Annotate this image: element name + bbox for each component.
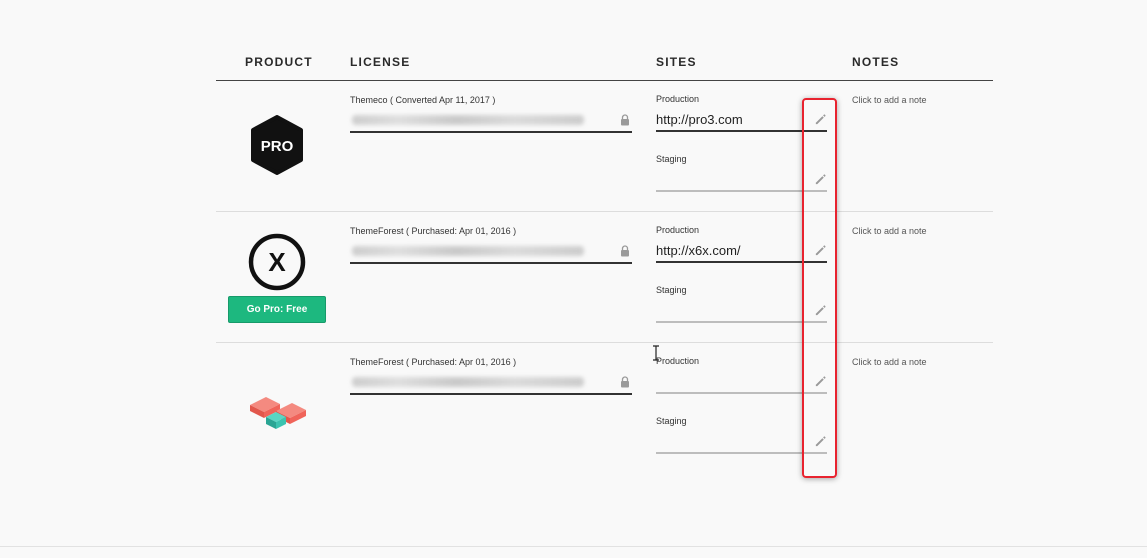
text-cursor-icon xyxy=(653,345,659,361)
site-staging: Staging xyxy=(656,284,827,323)
staging-label: Staging xyxy=(656,154,687,164)
production-label: Production xyxy=(656,356,700,366)
lock-icon xyxy=(621,245,629,257)
pencil-icon[interactable] xyxy=(814,244,827,257)
production-url: http://pro3.com xyxy=(656,112,743,127)
pro-hexagon-logo: PRO xyxy=(244,112,310,178)
site-production: Production http://pro3.com xyxy=(656,93,827,132)
header-license: LICENSE xyxy=(350,55,411,69)
x-circle-logo: X xyxy=(244,229,310,295)
site-production: Production xyxy=(656,355,827,394)
svg-text:X: X xyxy=(268,247,286,277)
license-key-field xyxy=(350,109,632,133)
pencil-icon[interactable] xyxy=(814,304,827,317)
table-header: PRODUCT LICENSE SITES NOTES xyxy=(216,43,993,81)
license-key-field xyxy=(350,240,632,264)
blocks-logo-icon xyxy=(250,397,306,429)
svg-text:PRO: PRO xyxy=(261,138,294,155)
table-row: ThemeForest ( Purchased: Apr 01, 2016 ) … xyxy=(216,343,993,474)
x-circle-icon: X xyxy=(248,233,306,291)
pro-hexagon-icon: PRO xyxy=(251,115,303,175)
license-source: ThemeForest ( Purchased: Apr 01, 2016 ) xyxy=(350,357,517,367)
license-info: Themeco ( Converted Apr 11, 2017 ) xyxy=(350,94,632,133)
license-source: Themeco ( Converted Apr 11, 2017 ) xyxy=(350,95,496,105)
pencil-icon[interactable] xyxy=(814,375,827,388)
license-info: ThemeForest ( Purchased: Apr 01, 2016 ) xyxy=(350,225,632,264)
staging-field[interactable] xyxy=(656,298,827,323)
license-key-field xyxy=(350,371,632,395)
staging-label: Staging xyxy=(656,285,687,295)
header-sites: SITES xyxy=(656,55,697,69)
production-label: Production xyxy=(656,225,700,235)
production-field[interactable] xyxy=(656,369,827,394)
add-note-link[interactable]: Click to add a note xyxy=(852,226,927,236)
table-row: PRO Themeco ( Converted Apr 11, 2017 ) P… xyxy=(216,81,993,212)
add-note-link[interactable]: Click to add a note xyxy=(852,357,927,367)
license-info: ThemeForest ( Purchased: Apr 01, 2016 ) xyxy=(350,356,632,395)
header-product: PRODUCT xyxy=(245,55,313,69)
site-production: Production http://x6x.com/ xyxy=(656,224,827,263)
production-field[interactable]: http://pro3.com xyxy=(656,107,827,132)
pencil-icon[interactable] xyxy=(814,173,827,186)
site-staging: Staging xyxy=(656,153,827,192)
production-field[interactable]: http://x6x.com/ xyxy=(656,238,827,263)
header-notes: NOTES xyxy=(852,55,900,69)
lock-icon xyxy=(621,376,629,388)
blocks-logo xyxy=(244,377,310,443)
blurred-license-key xyxy=(352,377,584,387)
production-url: http://x6x.com/ xyxy=(656,243,741,258)
pencil-icon[interactable] xyxy=(814,113,827,126)
pencil-icon[interactable] xyxy=(814,435,827,448)
licenses-table: PRODUCT LICENSE SITES NOTES PRO Themeco … xyxy=(216,43,993,474)
bottom-divider xyxy=(0,546,1147,547)
lock-icon xyxy=(621,114,629,126)
go-pro-button[interactable]: Go Pro: Free xyxy=(228,296,326,323)
blurred-license-key xyxy=(352,115,584,125)
staging-label: Staging xyxy=(656,416,687,426)
license-source: ThemeForest ( Purchased: Apr 01, 2016 ) xyxy=(350,226,517,236)
staging-field[interactable] xyxy=(656,167,827,192)
add-note-link[interactable]: Click to add a note xyxy=(852,95,927,105)
table-row: X Go Pro: Free ThemeForest ( Purchased: … xyxy=(216,212,993,343)
site-staging: Staging xyxy=(656,415,827,454)
production-label: Production xyxy=(656,94,700,104)
blurred-license-key xyxy=(352,246,584,256)
staging-field[interactable] xyxy=(656,429,827,454)
